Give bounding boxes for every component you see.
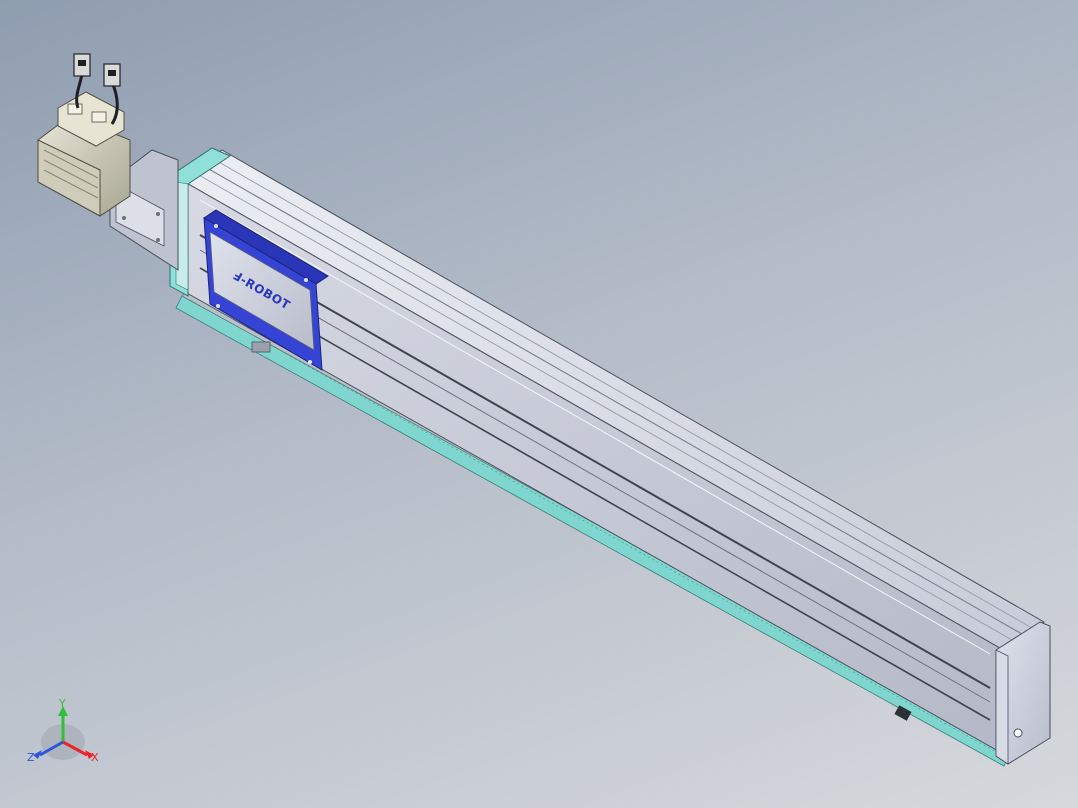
x-axis-label: X xyxy=(91,751,99,764)
y-axis-label: Y xyxy=(58,697,66,710)
3d-viewport[interactable]: Ⅎ-ROBOT Y X Z xyxy=(0,0,1078,808)
coordinate-triad: Y X Z xyxy=(27,697,99,764)
linear-profile[interactable] xyxy=(177,149,1045,753)
z-axis-label: Z xyxy=(27,751,35,764)
model-scene[interactable]: Ⅎ-ROBOT Y X Z xyxy=(0,0,1078,808)
